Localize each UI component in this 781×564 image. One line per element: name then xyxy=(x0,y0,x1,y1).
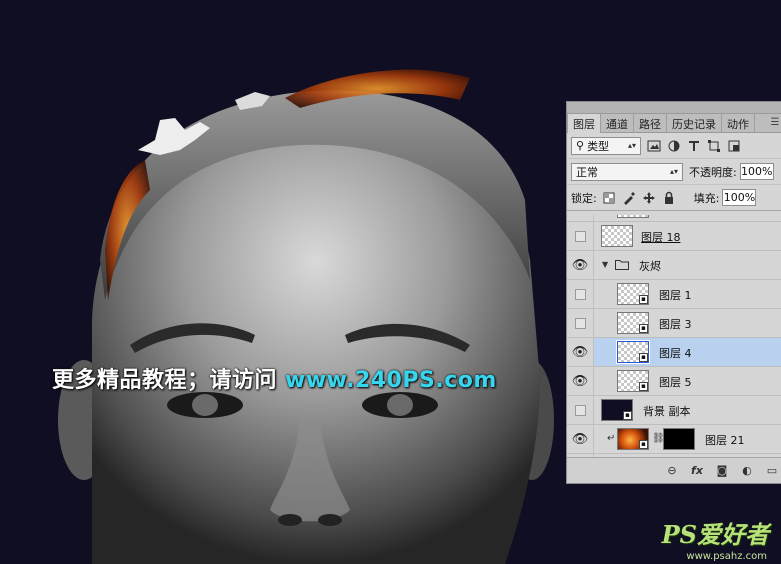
blend-mode-value: 正常 xyxy=(576,165,598,179)
smart-object-icon: ▪ xyxy=(639,295,648,304)
tab-paths[interactable]: 路径 xyxy=(634,114,667,132)
eye-icon: 👁 xyxy=(571,373,589,389)
hidden-box-icon xyxy=(574,230,586,242)
layer-row[interactable]: ▪ 图层 3 xyxy=(567,309,781,338)
tab-history[interactable]: 历史记录 xyxy=(667,114,722,132)
watermark: 更多精品教程；请访问 www.240PS.com xyxy=(52,362,497,394)
search-icon: ⚲ xyxy=(576,139,585,152)
layers-list: 图层 18 👁 ▼ 灰烬 ▪ 图层 1 ▪ 图层 3 👁 ▪ 图层 4 👁 ▪ … xyxy=(567,215,781,459)
tab-channels[interactable]: 通道 xyxy=(601,114,634,132)
layer-name[interactable]: 图层 3 xyxy=(659,316,692,332)
layer-mask-thumbnail[interactable] xyxy=(663,428,695,450)
eye-icon: 👁 xyxy=(571,431,589,447)
layer-name[interactable]: 图层 21 xyxy=(705,432,745,448)
type-filter-icon[interactable] xyxy=(687,139,701,153)
smart-object-icon: ▪ xyxy=(639,440,648,449)
fill-input[interactable]: 100% xyxy=(722,189,757,206)
smart-object-icon: ▪ xyxy=(639,382,648,391)
visibility-toggle[interactable] xyxy=(567,309,594,337)
chevron-updown-icon: ▴▾ xyxy=(627,141,636,150)
panel-tabs: 图层 通道 路径 历史记录 动作 ☰ xyxy=(567,114,781,133)
filter-kind-select[interactable]: ⚲ 类型 ▴▾ xyxy=(571,136,641,155)
layer-row[interactable]: 图层 18 xyxy=(567,222,781,251)
shape-filter-icon[interactable] xyxy=(707,139,721,153)
visibility-toggle[interactable] xyxy=(567,215,594,221)
eye-icon: 👁 xyxy=(571,344,589,360)
lock-all-icon[interactable] xyxy=(662,191,676,205)
eye-icon: 👁 xyxy=(571,257,589,273)
lock-transparency-icon[interactable] xyxy=(602,191,616,205)
layer-row[interactable]: 👁 ↵ ▪ ⛓ 图层 21 xyxy=(567,425,781,454)
visibility-toggle[interactable] xyxy=(567,396,594,424)
adjustment-layer-icon[interactable]: ◐ xyxy=(740,464,754,478)
tab-layers[interactable]: 图层 xyxy=(567,114,601,133)
layer-thumbnail: ▪ xyxy=(616,340,650,364)
group-row[interactable]: 👁 ▼ 灰烬 xyxy=(567,251,781,280)
fill-label: 填充: xyxy=(693,191,720,205)
site-logo: PS爱好者 xyxy=(661,520,769,549)
layers-bottom-bar: ⊖ fx ◙ ◐ ▭ xyxy=(567,457,781,483)
opacity-input[interactable]: 100% xyxy=(739,163,774,180)
layer-name[interactable]: 图层 4 xyxy=(659,345,692,361)
smart-object-icon: ▪ xyxy=(639,324,648,333)
visibility-toggle[interactable] xyxy=(567,222,594,250)
chevron-updown-icon: ▴▾ xyxy=(669,167,678,176)
visibility-toggle[interactable]: 👁 xyxy=(567,367,594,395)
adjustment-filter-icon[interactable] xyxy=(667,139,681,153)
hidden-box-icon xyxy=(574,288,586,300)
opacity-label: 不透明度: xyxy=(689,165,737,179)
expand-triangle-icon[interactable]: ▼ xyxy=(602,260,608,269)
layer-name[interactable]: 图层 1 xyxy=(659,287,692,303)
layer-row-partial[interactable] xyxy=(567,215,781,222)
watermark-text: 更多精品教程；请访问 xyxy=(52,368,278,393)
lock-position-icon[interactable] xyxy=(642,191,656,205)
panel-grip[interactable] xyxy=(567,102,781,114)
layer-thumbnail: ▪ xyxy=(617,312,649,334)
link-layers-icon[interactable]: ⊖ xyxy=(665,464,679,478)
visibility-toggle[interactable]: 👁 xyxy=(567,338,594,366)
blend-mode-select[interactable]: 正常 ▴▾ xyxy=(571,162,683,181)
layer-thumbnail xyxy=(617,215,649,218)
lock-row: 锁定: 填充: 100% xyxy=(567,185,781,211)
lock-pixels-icon[interactable] xyxy=(622,191,636,205)
watermark-url: www.240PS.com xyxy=(285,368,497,393)
layer-thumbnail xyxy=(601,225,633,247)
new-group-icon[interactable]: ▭ xyxy=(765,464,779,478)
add-mask-icon[interactable]: ◙ xyxy=(715,464,729,478)
layer-name[interactable]: 图层 5 xyxy=(659,374,692,390)
layer-thumbnail: ▪ xyxy=(601,399,633,421)
hidden-box-icon xyxy=(574,404,586,416)
folder-icon xyxy=(615,260,629,270)
smart-object-icon: ▪ xyxy=(639,353,648,362)
blend-row: 正常 ▴▾ 不透明度: 100% xyxy=(567,159,781,185)
pixel-filter-icon[interactable] xyxy=(647,139,661,153)
tab-actions[interactable]: 动作 xyxy=(722,114,755,132)
hidden-box-icon xyxy=(574,317,586,329)
smart-object-icon: ▪ xyxy=(623,411,632,420)
layer-row-selected[interactable]: 👁 ▪ 图层 4 xyxy=(567,338,781,367)
lock-label: 锁定: xyxy=(571,191,597,205)
layer-row[interactable]: 👁 ▪ 图层 5 xyxy=(567,367,781,396)
layer-name[interactable]: 图层 18 xyxy=(641,229,681,245)
filter-row: ⚲ 类型 ▴▾ xyxy=(567,133,781,159)
visibility-toggle[interactable]: 👁 xyxy=(567,425,594,453)
panel-menu-icon[interactable]: ☰ xyxy=(769,114,781,132)
layer-thumbnail: ▪ xyxy=(617,283,649,305)
clipping-arrow-icon: ↵ xyxy=(607,433,616,444)
group-name[interactable]: 灰烬 xyxy=(639,258,661,274)
filter-kind-value: 类型 xyxy=(587,139,610,153)
layer-name[interactable]: 背景 副本 xyxy=(643,403,691,419)
layer-thumbnail: ▪ xyxy=(617,370,649,392)
site-logo-url: www.psahz.com xyxy=(686,551,767,562)
layer-row[interactable]: ▪ 背景 副本 xyxy=(567,396,781,425)
layers-panel: 图层 通道 路径 历史记录 动作 ☰ ⚲ 类型 ▴▾ 正常 ▴▾ 不透明度: 1… xyxy=(566,101,781,484)
smart-object-filter-icon[interactable] xyxy=(727,139,741,153)
layer-row[interactable]: ▪ 图层 1 xyxy=(567,280,781,309)
visibility-toggle[interactable]: 👁 xyxy=(567,251,594,279)
layer-thumbnail: ▪ xyxy=(617,428,649,450)
visibility-toggle[interactable] xyxy=(567,280,594,308)
fx-icon[interactable]: fx xyxy=(690,464,704,478)
